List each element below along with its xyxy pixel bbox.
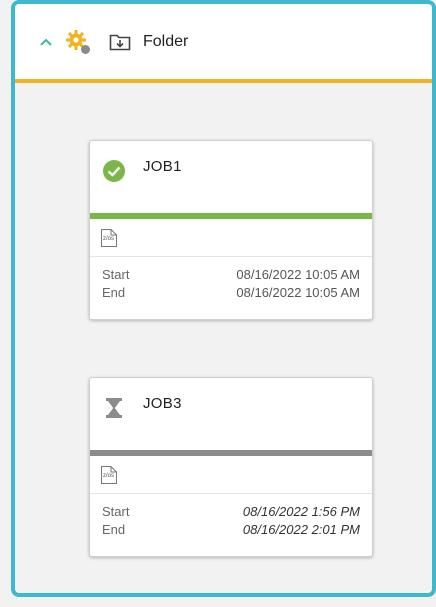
- job-type-label: z/os: [103, 473, 115, 479]
- zos-file-icon: z/os: [100, 465, 118, 485]
- job-type-row: z/os: [90, 219, 372, 257]
- start-label: Start: [102, 267, 130, 282]
- job-card-job3[interactable]: JOB3 z/os Start 08/16/2022 1:56 PM End 0…: [89, 377, 373, 557]
- job-name: JOB1: [143, 158, 182, 175]
- hourglass-icon: [102, 396, 126, 420]
- job-type-row: z/os: [90, 456, 372, 494]
- end-value: 08/16/2022 10:05 AM: [236, 285, 360, 300]
- end-label: End: [102, 285, 126, 300]
- end-row: End 08/16/2022 10:05 AM: [102, 284, 360, 302]
- job-times: Start 08/16/2022 1:56 PM End 08/16/2022 …: [90, 494, 372, 556]
- job-card-header: JOB1: [90, 141, 372, 213]
- start-row: Start 08/16/2022 1:56 PM: [102, 503, 360, 521]
- job-card-job1[interactable]: JOB1 z/os Start 08/16/2022 10:05 AM End …: [89, 140, 373, 320]
- zos-file-icon: z/os: [100, 228, 118, 248]
- start-label: Start: [102, 504, 130, 519]
- end-label: End: [102, 522, 126, 537]
- folder-title: Folder: [143, 32, 189, 50]
- end-row: End 08/16/2022 2:01 PM: [102, 521, 360, 539]
- folder-panel: Folder JOB1 z/os Start 08/16/2022 10:05 …: [11, 0, 436, 597]
- job-name: JOB3: [143, 395, 182, 412]
- start-value: 08/16/2022 1:56 PM: [242, 504, 360, 519]
- folder-header: Folder: [15, 4, 432, 83]
- job-card-header: JOB3: [90, 378, 372, 450]
- start-value: 08/16/2022 10:05 AM: [236, 267, 360, 282]
- job-times: Start 08/16/2022 10:05 AM End 08/16/2022…: [90, 257, 372, 319]
- chevron-up-icon[interactable]: [39, 35, 53, 49]
- check-circle-icon: [102, 159, 126, 183]
- start-row: Start 08/16/2022 10:05 AM: [102, 266, 360, 284]
- end-value: 08/16/2022 2:01 PM: [242, 522, 360, 537]
- gear-icon: [65, 29, 91, 55]
- folder-icon: [109, 32, 131, 52]
- job-type-label: z/os: [103, 236, 115, 242]
